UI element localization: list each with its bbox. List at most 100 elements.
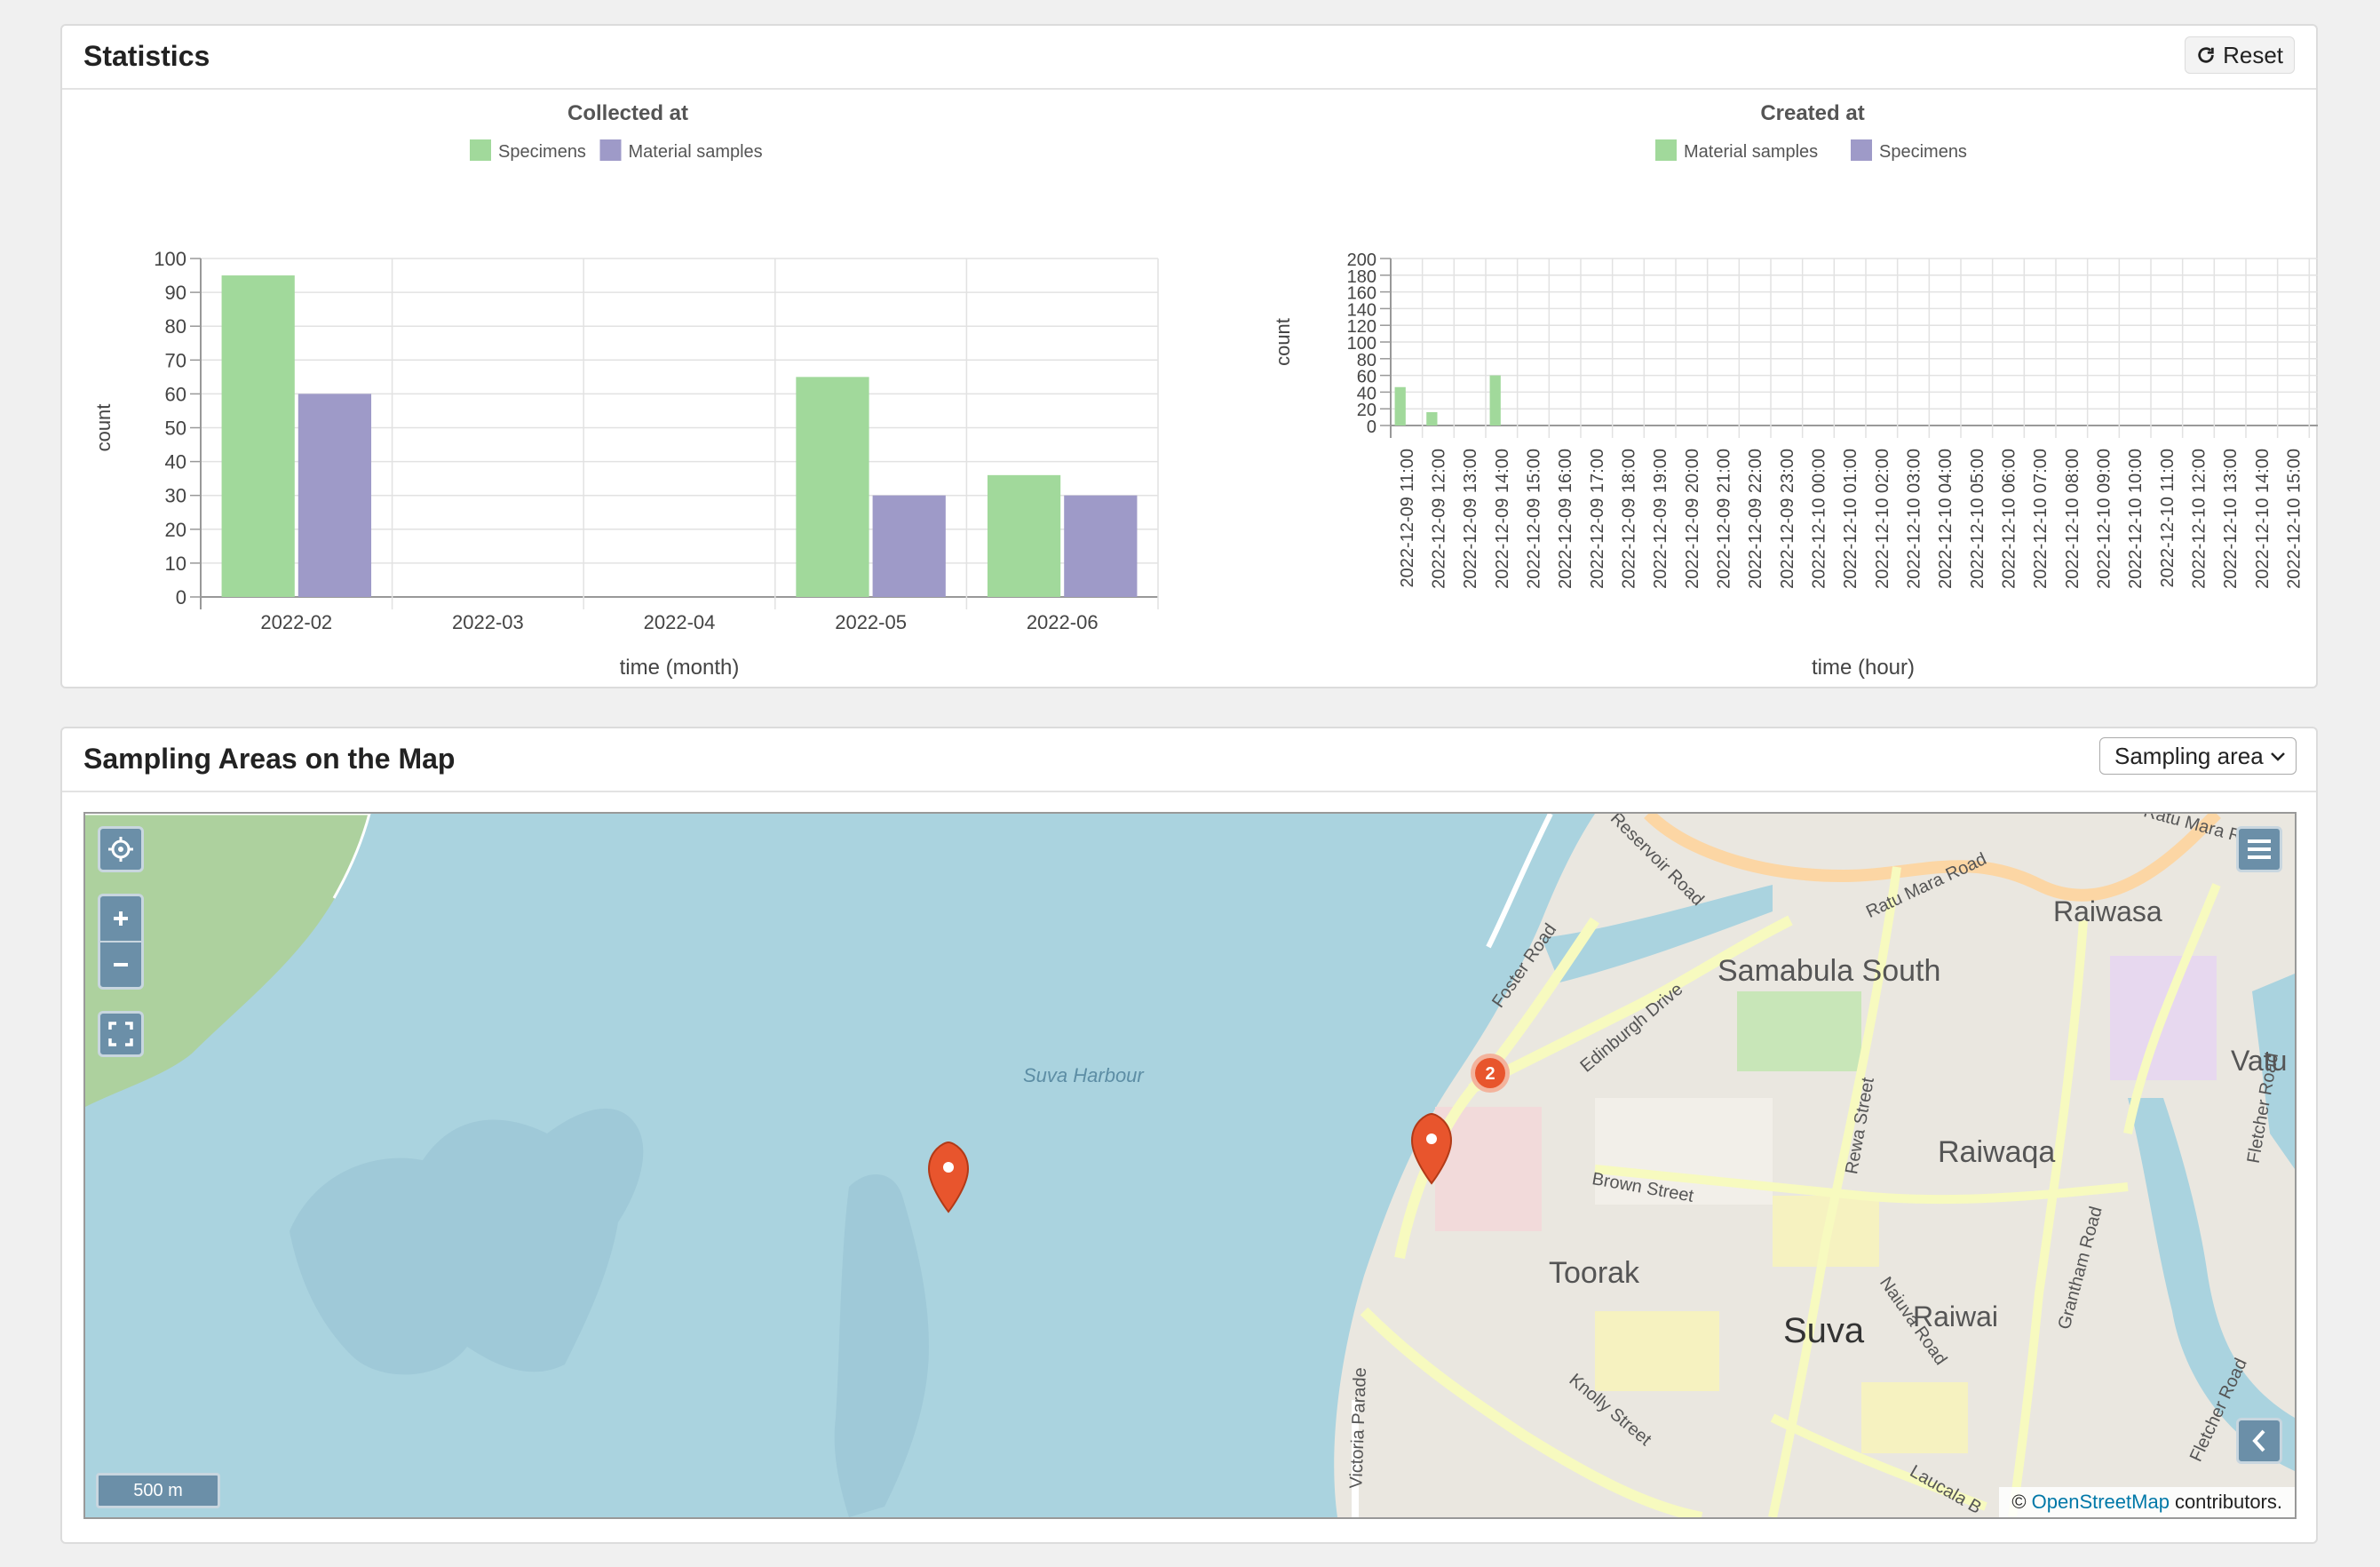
reset-label: Reset	[2223, 41, 2283, 68]
x-tick-label: 2022-12-10 11:00	[2158, 449, 2178, 587]
y-tick-label: 80	[165, 315, 186, 338]
x-tick-label: 2022-12-09 21:00	[1715, 449, 1734, 589]
attribution-prefix: ©	[2011, 1491, 2027, 1513]
legend-label: Specimens	[498, 142, 586, 162]
y-axis-label: count	[92, 404, 115, 452]
legend-label: Material samples	[1684, 142, 1818, 162]
x-axis-label: time (hour)	[1812, 656, 1915, 680]
bar	[1489, 375, 1501, 426]
zoom-in-icon	[114, 911, 128, 926]
bar	[872, 495, 946, 597]
x-tick-label: 2022-12-09 23:00	[1778, 449, 1797, 589]
x-tick-label: 2022-12-10 05:00	[1968, 449, 1987, 589]
x-tick-label: 2022-12-09 16:00	[1556, 449, 1575, 589]
x-tick-label: 2022-12-09 12:00	[1430, 449, 1449, 589]
y-tick-label: 100	[154, 248, 186, 270]
fullscreen-icon	[108, 1022, 133, 1046]
x-tick-label: 2022-12-10 13:00	[2221, 449, 2241, 589]
zoom-control	[98, 894, 144, 990]
locate-button[interactable]	[98, 826, 144, 872]
x-tick-label: 2022-02	[260, 611, 332, 633]
label-samabula: Samabula South	[1718, 954, 1941, 988]
fullscreen-button[interactable]	[98, 1011, 144, 1057]
attribution-suffix: contributors.	[2174, 1491, 2282, 1513]
legend-label: Material samples	[629, 142, 763, 162]
statistics-panel: Statistics Reset Collected at Specimens Ma…	[60, 24, 2318, 688]
x-tick-label: 2022-12-10 09:00	[2095, 449, 2114, 589]
sampling-area-select-value: Sampling area	[2114, 742, 2264, 769]
y-tick-label: 20	[165, 519, 186, 541]
bar	[221, 275, 295, 597]
statistics-title: Statistics	[83, 40, 210, 72]
x-tick-label: 2022-12-09 14:00	[1493, 449, 1512, 589]
x-tick-label: 2022-12-10 15:00	[2285, 449, 2305, 589]
x-tick-label: 2022-12-09 13:00	[1461, 449, 1480, 589]
collapse-panel-icon	[2252, 1429, 2265, 1452]
label-raiwasa: Raiwasa	[2053, 895, 2162, 927]
zoom-out-icon	[114, 963, 128, 966]
cluster-count: 2	[1485, 1064, 1495, 1084]
x-tick-label: 2022-12-09 20:00	[1683, 449, 1702, 589]
x-tick-label: 2022-03	[452, 611, 524, 633]
x-tick-label: 2022-12-09 11:00	[1398, 449, 1417, 587]
x-tick-label: 2022-12-09 15:00	[1525, 449, 1544, 589]
x-tick-label: 2022-12-10 08:00	[2063, 449, 2082, 589]
map-panel: Sampling Areas on the Map Sampling area	[60, 727, 2318, 1544]
label-toorak: Toorak	[1549, 1256, 1640, 1290]
x-tick-label: 2022-12-10 00:00	[1810, 449, 1829, 589]
label-raiwaqa: Raiwaqa	[1938, 1135, 2056, 1169]
openstreetmap-link[interactable]: OpenStreetMap	[2032, 1491, 2170, 1514]
label-suva: Suva	[1783, 1311, 1865, 1350]
x-tick-label: 2022-12-10 07:00	[2031, 449, 2051, 589]
layers-menu-icon	[2248, 839, 2271, 859]
x-tick-label: 2022-12-10 16:00	[2316, 449, 2318, 589]
x-tick-label: 2022-05	[835, 611, 907, 633]
map-title: Sampling Areas on the Map	[83, 743, 456, 775]
map-scale: 500 m	[96, 1473, 220, 1508]
refresh-icon	[2198, 47, 2214, 63]
label-harbour: Suva Harbour	[1023, 1064, 1144, 1086]
legend-label: Specimens	[1879, 142, 1967, 162]
x-tick-label: 2022-12-10 03:00	[1905, 449, 1924, 589]
collected-at-chart: Collected atSpecimens Material samples100…	[92, 101, 1159, 680]
zoom-out-button[interactable]	[100, 943, 141, 987]
y-tick-label: 40	[165, 451, 186, 473]
bar	[298, 394, 372, 597]
chevron-down-icon	[2271, 752, 2285, 761]
x-tick-label: 2022-12-10 02:00	[1873, 449, 1892, 589]
y-axis-label: count	[1272, 318, 1294, 366]
bar	[1426, 411, 1438, 426]
reset-button[interactable]: Reset	[2185, 36, 2295, 74]
x-tick-label: 2022-12-09 18:00	[1620, 449, 1639, 589]
cluster-marker[interactable]: 2	[1471, 1054, 1510, 1093]
y-tick-label: 0	[1367, 418, 1376, 437]
map-view[interactable]: 2 Suva Harbour Samabula South Raiwasa Ra…	[83, 812, 2297, 1519]
chart-title: Created at	[1760, 101, 1864, 125]
y-tick-label: 30	[165, 485, 186, 507]
map-attribution: © OpenStreetMap contributors.	[1999, 1487, 2295, 1517]
x-tick-label: 2022-12-10 12:00	[2190, 449, 2209, 589]
label-victoria: Victoria Parade	[1346, 1366, 1371, 1490]
x-tick-label: 2022-12-10 10:00	[2126, 449, 2146, 589]
legend-swatch	[599, 139, 622, 161]
map-header: Sampling Areas on the Map Sampling area	[62, 728, 2316, 792]
zoom-in-button[interactable]	[100, 896, 141, 943]
bar	[1394, 386, 1406, 426]
x-tick-label: 2022-12-10 06:00	[2000, 449, 2019, 589]
y-tick-label: 50	[165, 418, 186, 440]
legend-swatch	[1655, 139, 1677, 161]
layers-menu-button[interactable]	[2236, 826, 2282, 872]
legend-swatch	[470, 139, 491, 161]
x-tick-label: 2022-12-09 19:00	[1651, 449, 1670, 589]
sampling-area-select[interactable]: Sampling area	[2099, 737, 2297, 775]
bar	[1064, 495, 1138, 597]
reef-west	[290, 1108, 644, 1375]
locate-icon	[108, 837, 133, 862]
y-tick-label: 10	[165, 553, 186, 575]
collapse-panel-button[interactable]	[2236, 1418, 2282, 1464]
x-tick-label: 2022-04	[644, 611, 716, 633]
map-marker-icon[interactable]	[927, 1141, 970, 1213]
x-tick-label: 2022-12-09 22:00	[1746, 449, 1765, 589]
y-tick-label: 90	[165, 282, 186, 304]
reef-center	[834, 1174, 929, 1517]
